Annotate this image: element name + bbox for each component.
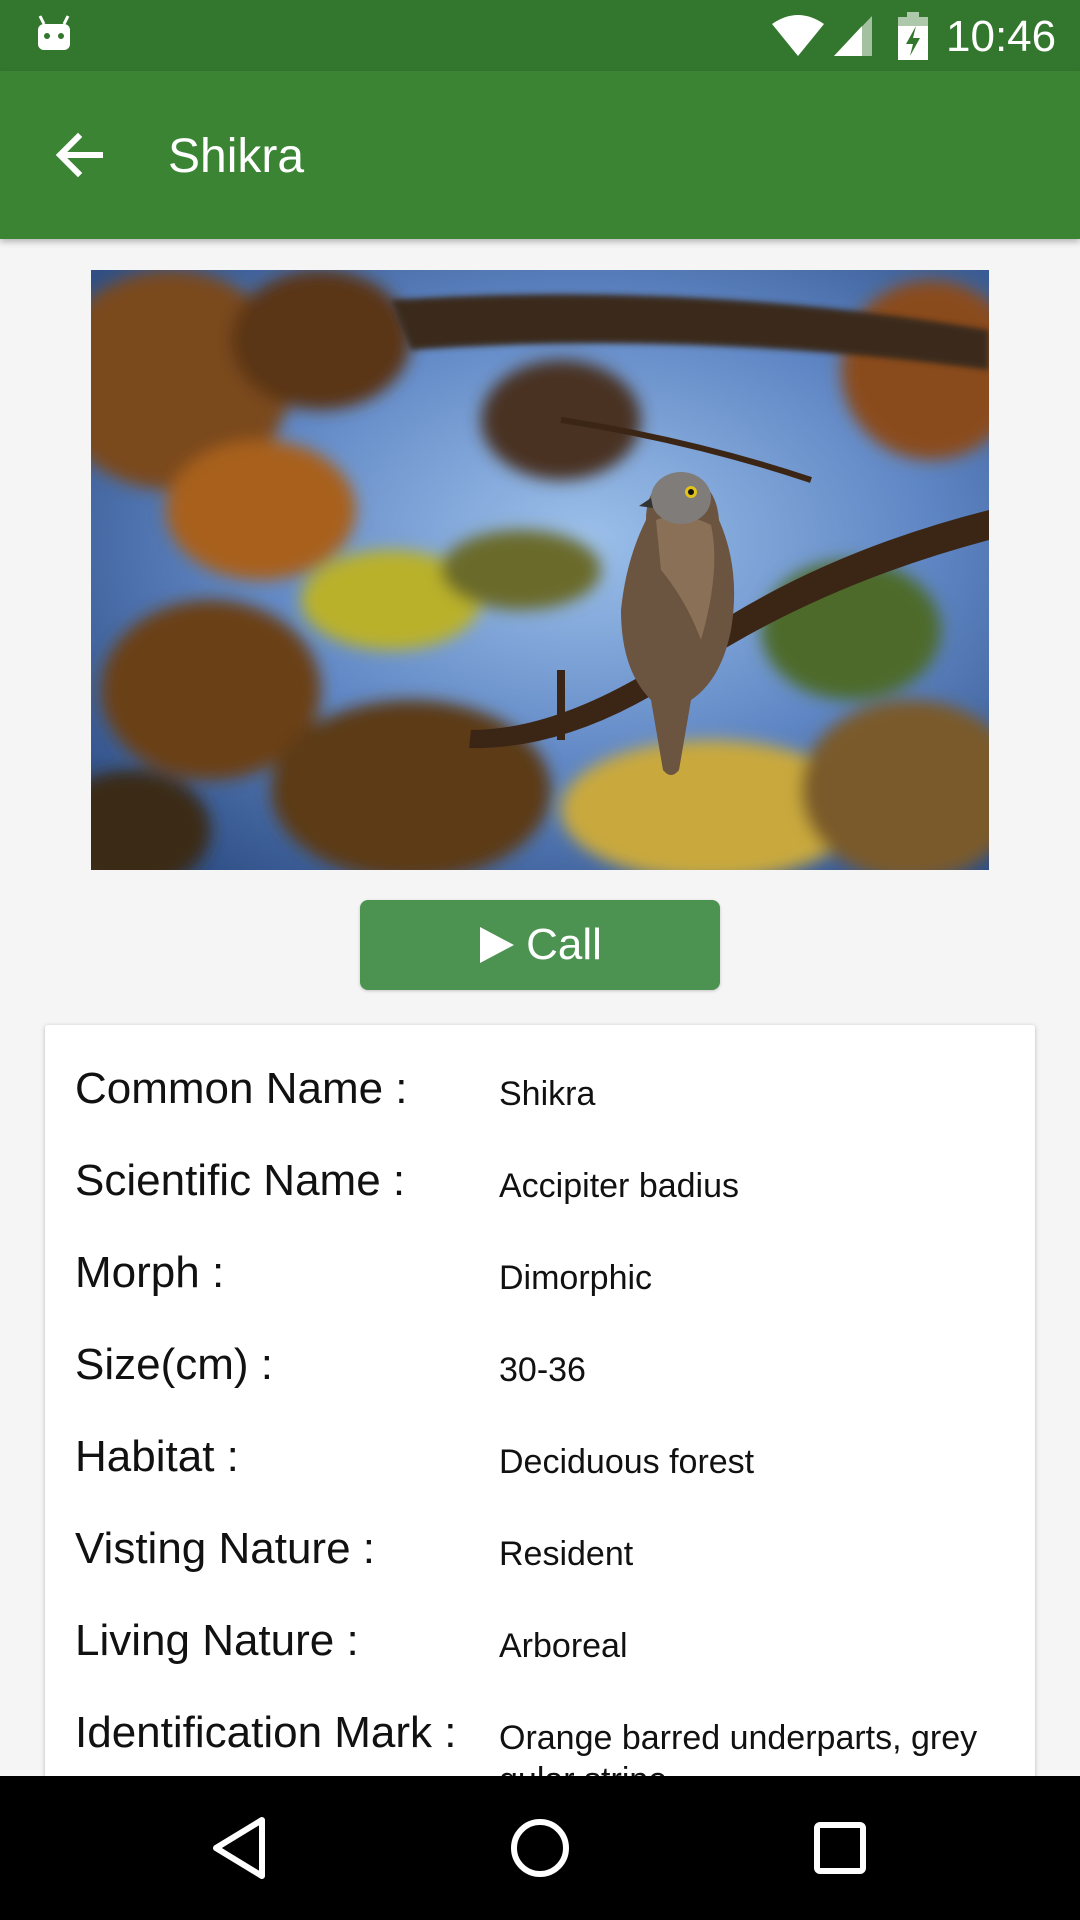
call-button-label: Call [526,920,602,969]
navigation-bar [0,1776,1080,1920]
detail-row-visiting-nature: Visting Nature : Resident [45,1523,1035,1615]
play-icon [480,927,515,963]
detail-row-scientific-name: Scientific Name : Accipiter badius [45,1155,1035,1247]
detail-value: Arboreal [499,1627,628,1665]
recents-square-icon[interactable] [790,1798,890,1898]
detail-value: Resident [499,1535,634,1573]
battery-charging-icon [898,12,928,60]
app-bar: Shikra [0,71,1080,239]
wifi-icon [772,15,824,56]
home-circle-icon[interactable] [490,1798,590,1898]
detail-row-common-name: Common Name : Shikra [45,1063,1035,1155]
detail-label: Common Name : [75,1064,408,1113]
detail-label: Morph : [75,1248,225,1297]
detail-label: Habitat : [75,1432,239,1481]
status-bar: 10:46 [0,0,1080,71]
clock: 10:46 [946,12,1057,61]
detail-label: Scientific Name : [75,1156,406,1205]
android-icon [38,15,70,50]
detail-row-size: Size(cm) : 30-36 [45,1339,1035,1431]
detail-row-living-nature: Living Nature : Arboreal [45,1615,1035,1707]
detail-row-morph: Morph : Dimorphic [45,1247,1035,1339]
arrow-back-icon[interactable] [40,115,120,195]
detail-value: Deciduous forest [499,1443,755,1481]
detail-label: Size(cm) : [75,1340,273,1389]
back-triangle-icon[interactable] [190,1798,290,1898]
detail-label: Identification Mark : [75,1708,457,1757]
bird-photo [91,270,989,870]
detail-label: Visting Nature : [75,1524,376,1573]
detail-value: 30-36 [499,1351,586,1389]
detail-label: Living Nature : [75,1616,359,1665]
call-button[interactable]: Call [360,900,720,990]
detail-value: Dimorphic [499,1259,653,1297]
detail-value: Accipiter badius [499,1167,740,1205]
page-title: Shikra [168,130,305,183]
detail-row-habitat: Habitat : Deciduous forest [45,1431,1035,1523]
detail-value: Shikra [499,1075,596,1113]
signal-icon [834,16,872,56]
